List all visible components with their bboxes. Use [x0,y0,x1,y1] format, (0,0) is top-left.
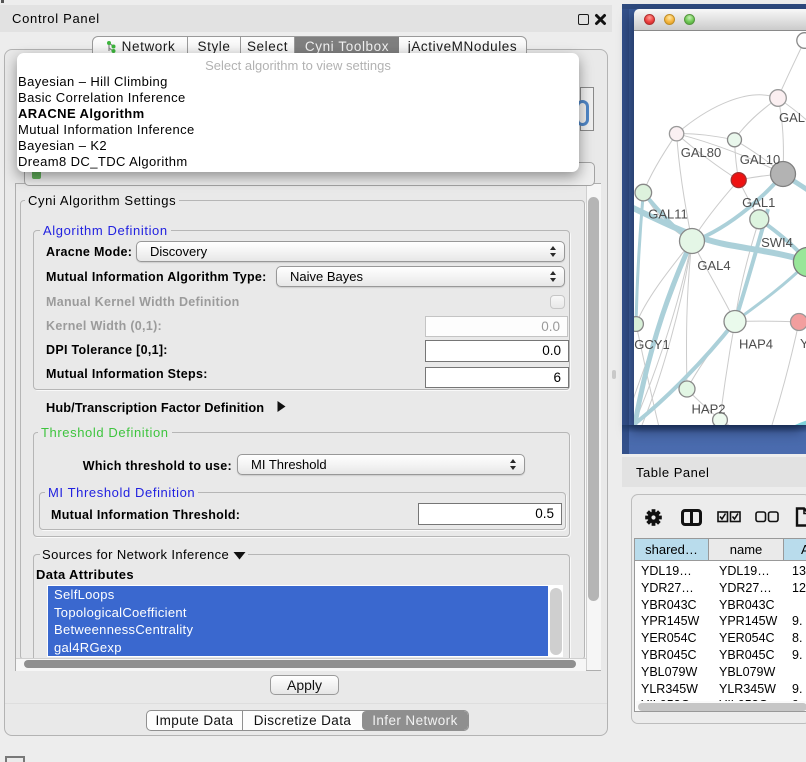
svg-text:GAL80: GAL80 [681,145,721,160]
svg-text:GAL11: GAL11 [648,207,688,222]
svg-text:HAP2: HAP2 [692,402,726,417]
svg-text:GAL4: GAL4 [697,258,730,273]
svg-text:GCY1: GCY1 [634,337,669,352]
svg-text:GAL: GAL [779,110,805,125]
svg-text:SWI4: SWI4 [761,235,793,250]
svg-text:Y: Y [800,336,806,351]
svg-text:GAL10: GAL10 [740,152,780,167]
svg-text:GAL1: GAL1 [742,195,775,210]
svg-text:HAP4: HAP4 [739,337,773,352]
